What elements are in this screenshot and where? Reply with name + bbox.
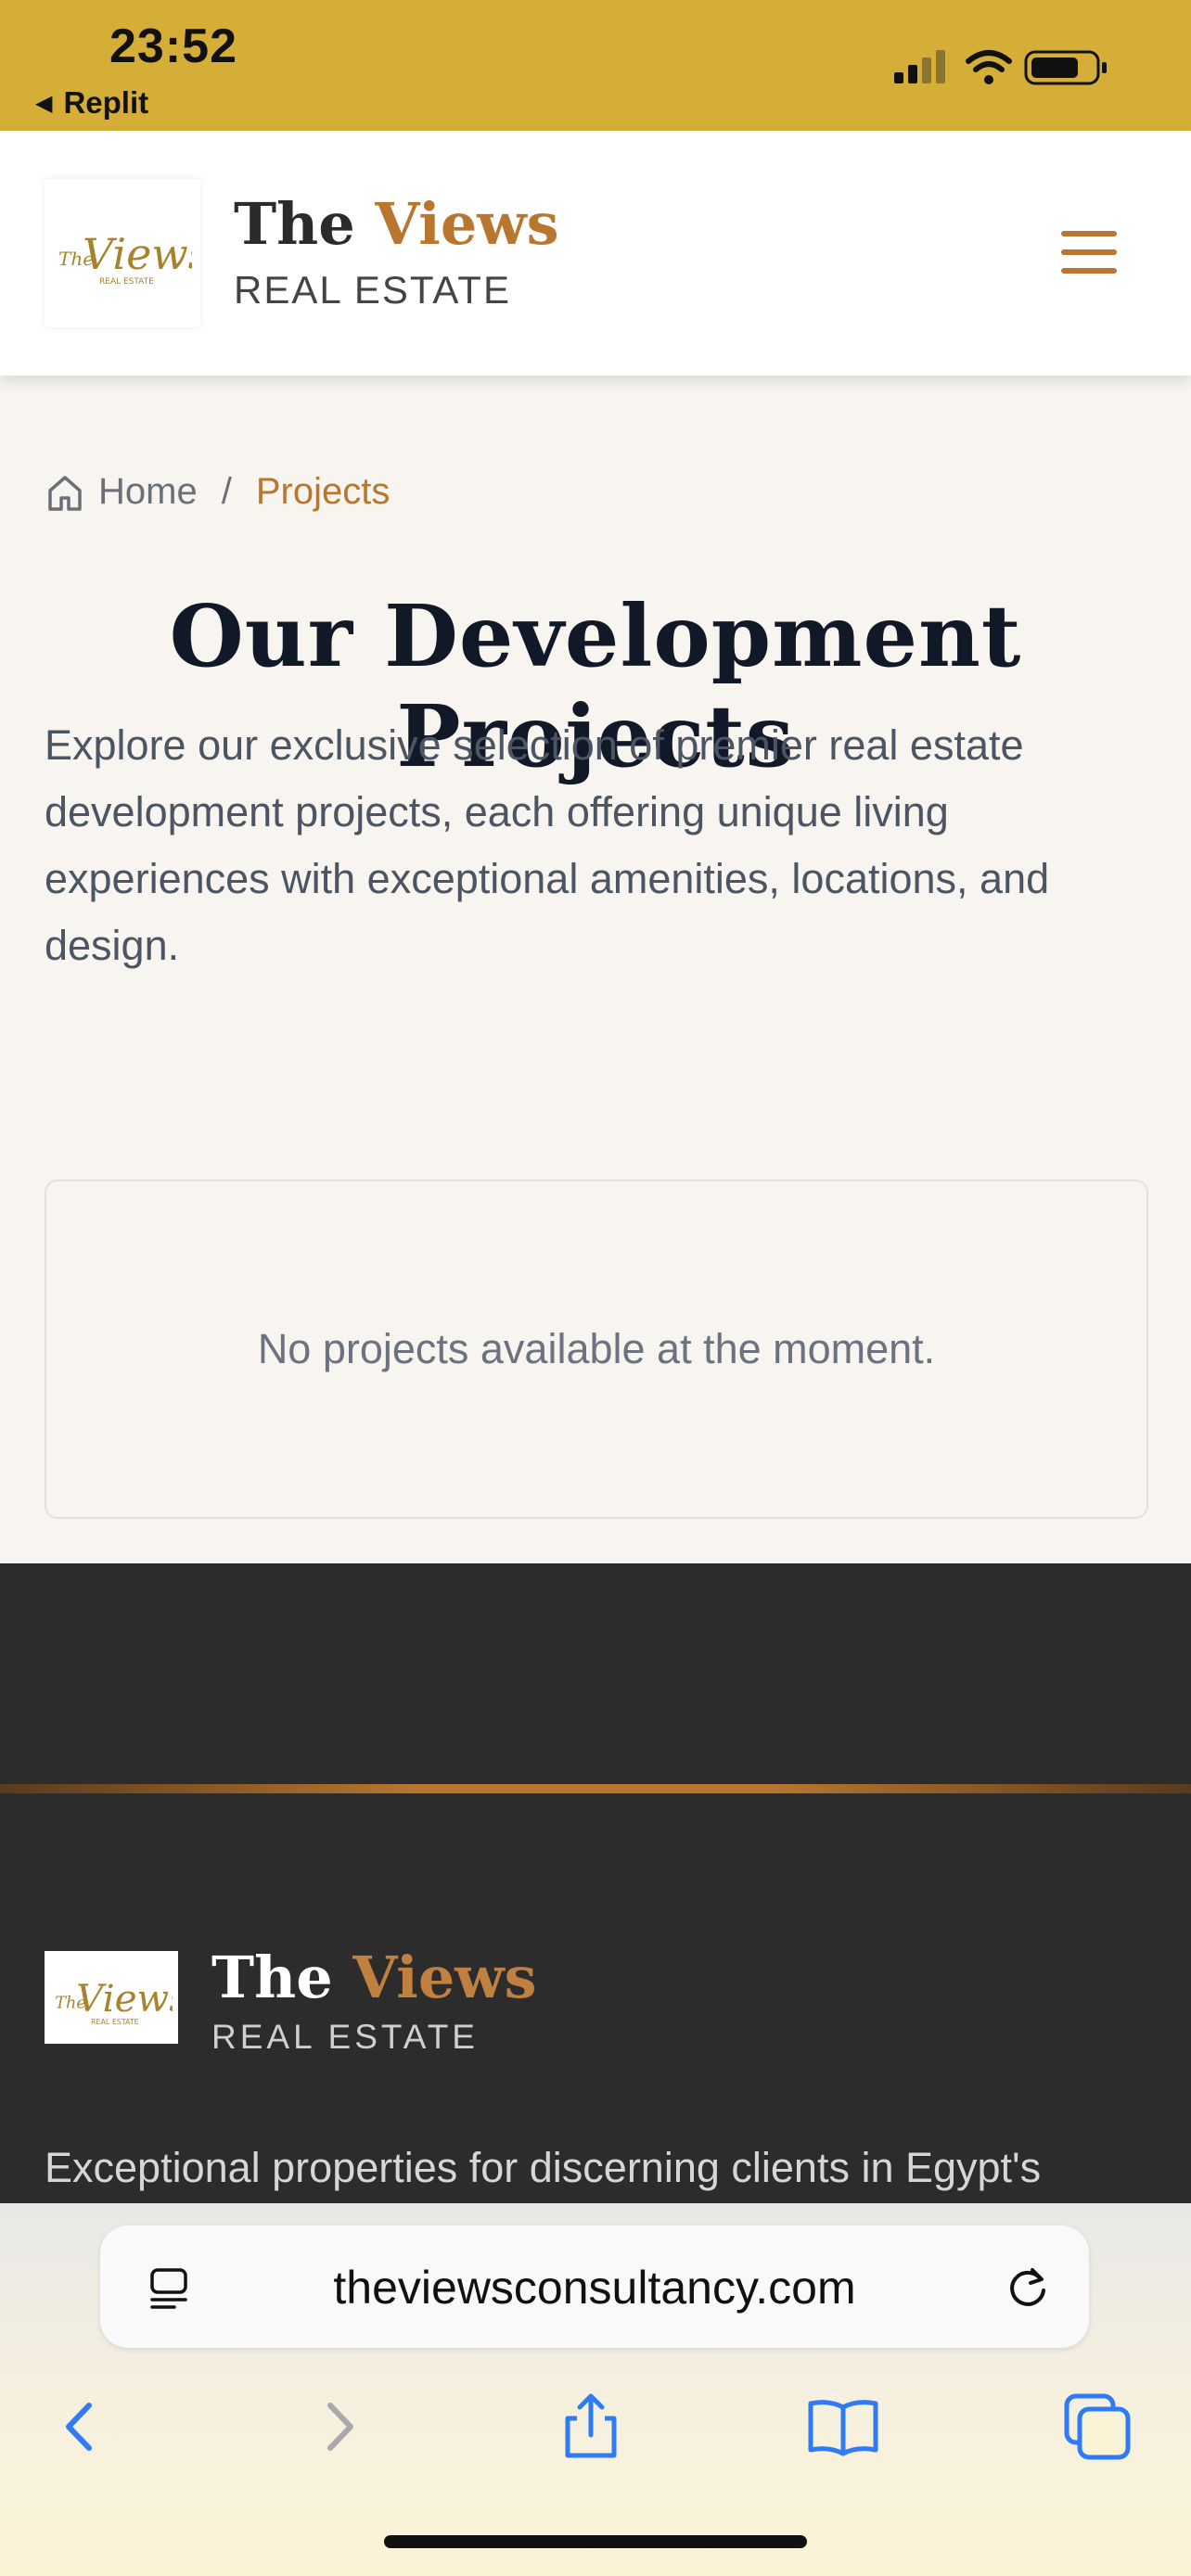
site-header: The Views REAL ESTATE The Views REAL EST…	[0, 131, 1191, 376]
hamburger-menu-icon[interactable]	[1061, 231, 1117, 277]
footer-brand-title: The Views	[211, 1944, 537, 2011]
footer-tagline: Exceptional properties for discerning cl…	[45, 2144, 1042, 2191]
back-icon[interactable]	[37, 2385, 121, 2468]
empty-message: No projects available at the moment.	[257, 1325, 936, 1372]
breadcrumb-separator: /	[221, 471, 232, 512]
status-bar: 23:52 ◀ Replit	[0, 0, 1191, 131]
breadcrumb-home-label: Home	[98, 471, 198, 512]
footer-brand-subtitle: REAL ESTATE	[211, 2018, 479, 2056]
svg-text:Views: Views	[83, 229, 192, 279]
empty-projects-card: No projects available at the moment.	[45, 1180, 1148, 1519]
back-triangle-icon: ◀	[35, 91, 53, 116]
breadcrumb-current: Projects	[255, 471, 391, 512]
tabs-icon[interactable]	[1056, 2385, 1139, 2468]
footer-brand-the: The	[211, 1944, 333, 2011]
home-icon	[48, 475, 82, 511]
page-description: Explore our exclusive selection of premi…	[45, 721, 1050, 969]
footer-logo[interactable]: The Views REAL ESTATE	[45, 1951, 178, 2044]
breadcrumb-home[interactable]: Home	[45, 471, 198, 513]
share-icon[interactable]	[549, 2385, 633, 2468]
svg-text:REAL ESTATE: REAL ESTATE	[91, 2018, 139, 2026]
footer-logo-icon: The Views REAL ESTATE	[55, 1976, 173, 2026]
back-app-label: Replit	[63, 85, 149, 120]
browser-toolbar: theviewsconsultancy.com	[0, 2203, 1191, 2576]
status-time: 23:52	[109, 19, 237, 73]
brand-title[interactable]: The Views	[234, 190, 559, 258]
home-indicator[interactable]	[384, 2535, 807, 2548]
the-views-logo-icon: The Views REAL ESTATE	[58, 229, 192, 287]
breadcrumb: Home / Projects	[45, 471, 390, 513]
url-text: theviewsconsultancy.com	[333, 2262, 856, 2314]
svg-text:REAL ESTATE: REAL ESTATE	[99, 277, 154, 287]
forward-icon[interactable]	[299, 2385, 382, 2468]
bookmarks-icon[interactable]	[801, 2385, 885, 2468]
brand-views: Views	[375, 190, 559, 258]
svg-text:Views: Views	[76, 1976, 173, 2021]
cellular-signal-icon	[894, 50, 945, 83]
footer-divider	[0, 1784, 1191, 1793]
wifi-icon	[966, 50, 1012, 84]
footer-brand-views: Views	[352, 1944, 537, 2011]
status-icons	[894, 46, 1117, 87]
battery-icon	[1024, 50, 1107, 85]
header-logo[interactable]: The Views REAL ESTATE	[45, 179, 200, 327]
brand-subtitle: REAL ESTATE	[234, 268, 511, 312]
address-bar[interactable]: theviewsconsultancy.com	[100, 2225, 1089, 2348]
brand-the: The	[234, 190, 355, 258]
reload-icon[interactable]	[1004, 2263, 1052, 2311]
back-to-app[interactable]: ◀ Replit	[35, 85, 148, 121]
